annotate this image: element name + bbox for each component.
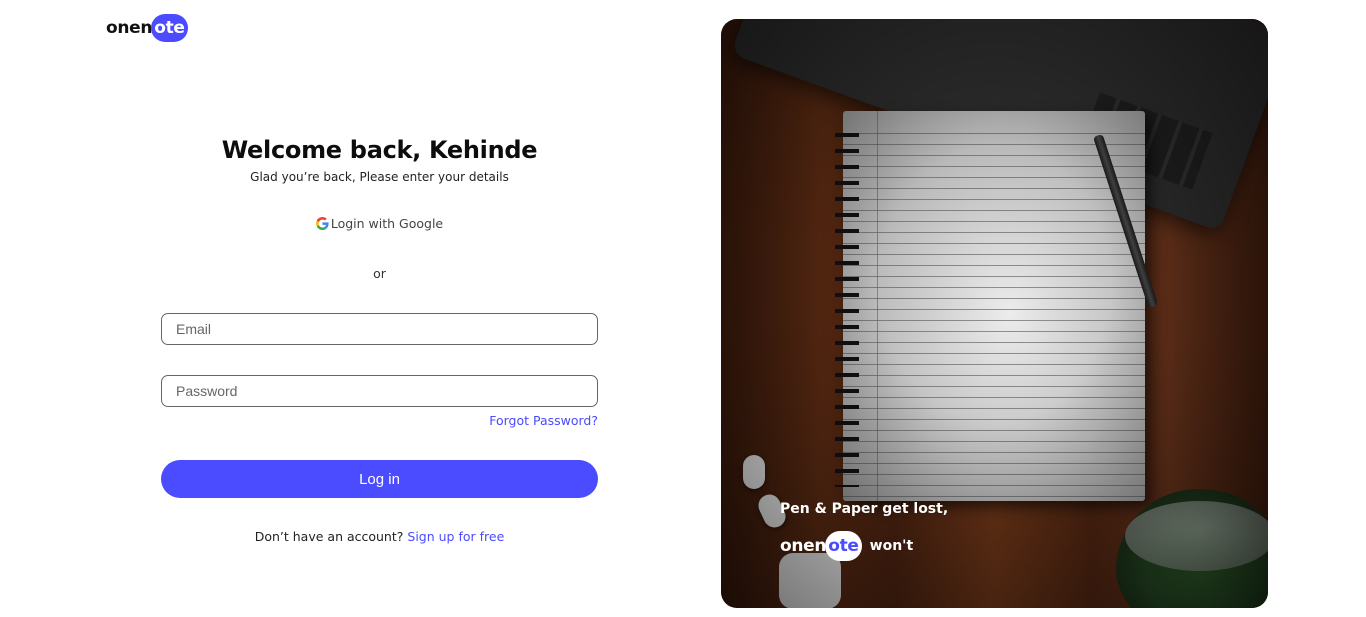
hero-brand-highlight: ote: [825, 531, 862, 561]
hero-tagline: onen ote won't: [780, 531, 913, 561]
brand-logo-prefix: onen: [106, 18, 153, 38]
page-title: Welcome back, Kehinde: [221, 136, 538, 164]
separator-text: or: [373, 266, 386, 281]
login-panel: Welcome back, Kehinde Glad you’re back, …: [161, 0, 598, 617]
page-subtitle: Glad you’re back, Please enter your deta…: [250, 170, 509, 184]
signup-prompt: Don’t have an account? Sign up for free: [161, 529, 598, 544]
login-button[interactable]: Log in: [161, 460, 598, 498]
hero-brand-logo: onen ote: [780, 531, 862, 561]
hero-caption: Pen & Paper get lost,: [780, 501, 949, 517]
signup-link[interactable]: Sign up for free: [407, 529, 504, 544]
hero-brand-prefix: onen: [780, 536, 827, 556]
hero-image: Pen & Paper get lost, onen ote won't: [721, 19, 1268, 608]
email-field[interactable]: [161, 313, 598, 345]
hero-tagline-text: won't: [869, 538, 914, 554]
forgot-password-link[interactable]: Forgot Password?: [489, 413, 598, 428]
password-field[interactable]: [161, 375, 598, 407]
google-login-label: Login with Google: [330, 216, 444, 231]
google-login-button[interactable]: Login with Google: [161, 216, 598, 231]
signup-prompt-text: Don’t have an account?: [254, 529, 404, 544]
google-icon: [315, 217, 329, 230]
